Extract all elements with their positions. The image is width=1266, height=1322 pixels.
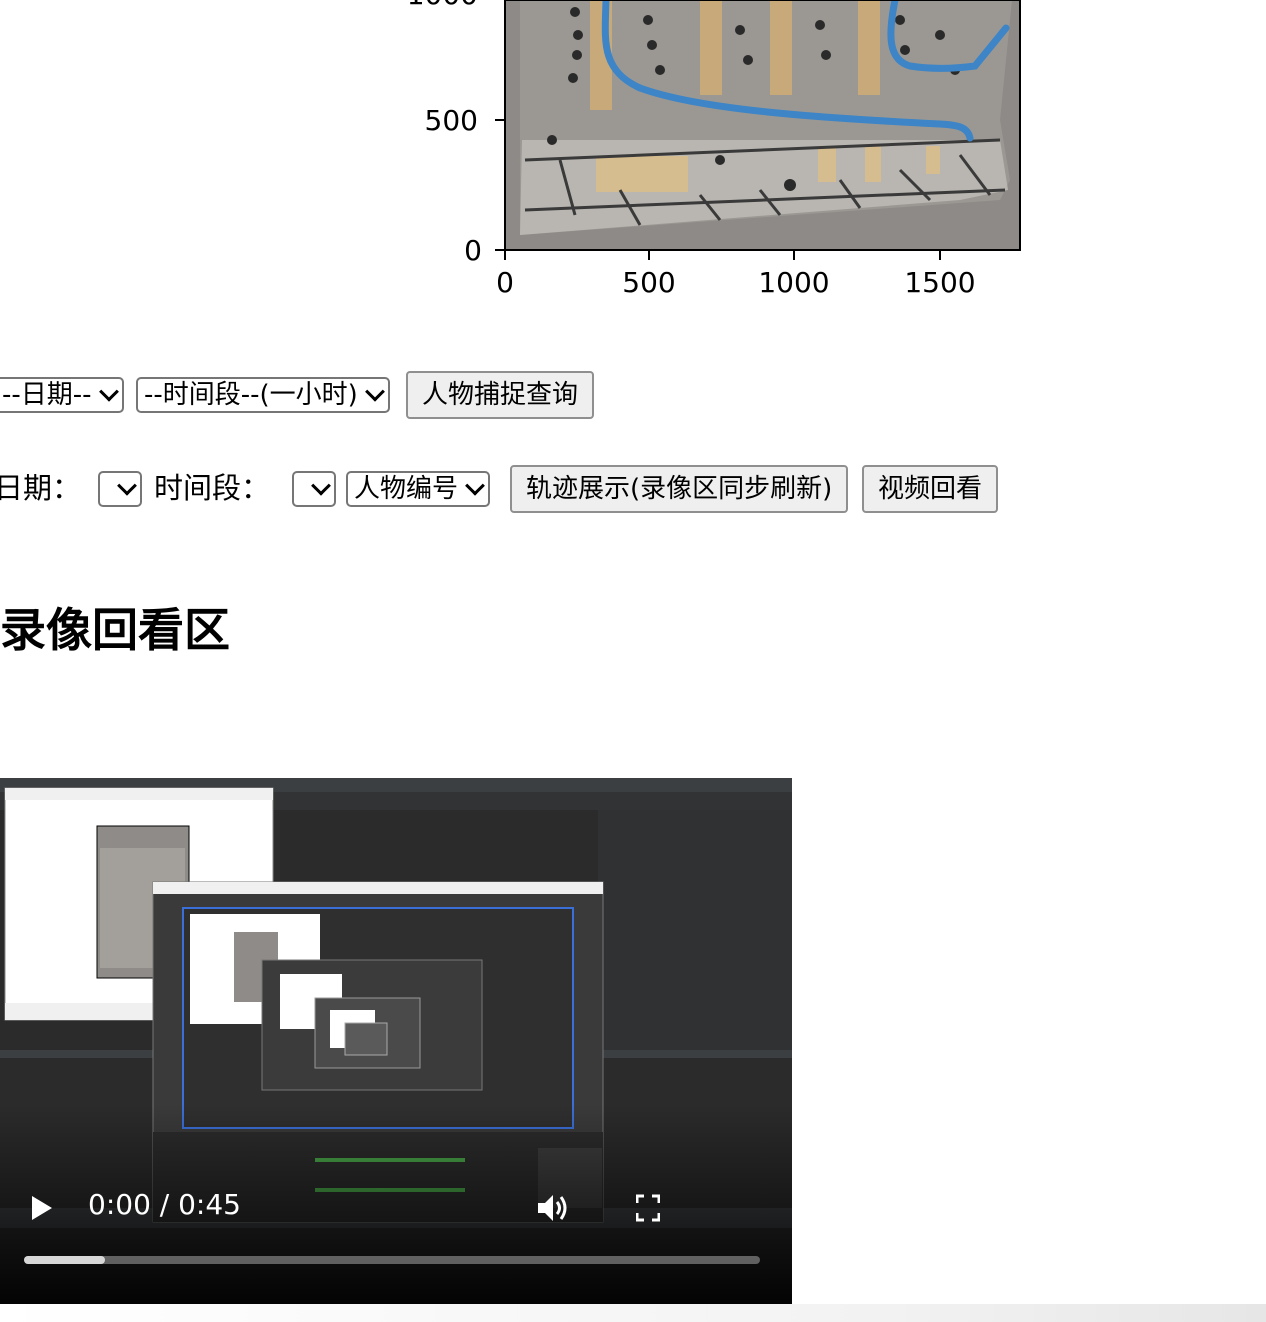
- video-replay-button[interactable]: 视频回看: [862, 465, 999, 513]
- date-select[interactable]: --日期--: [0, 377, 124, 413]
- x-tick-label: 500: [622, 266, 675, 299]
- play-icon[interactable]: [30, 1194, 54, 1222]
- x-tick-label: 0: [496, 266, 514, 299]
- chevron-down-icon: [465, 475, 485, 496]
- track-time-select[interactable]: [292, 471, 336, 507]
- time-period-label: 时间段：: [154, 471, 271, 505]
- y-tick-label: 500: [425, 104, 478, 137]
- date-select-value: --日期--: [2, 380, 92, 410]
- x-tick-label: 1000: [758, 266, 829, 299]
- y-tick-label: 0: [464, 234, 482, 267]
- video-progress-fill: [24, 1256, 105, 1264]
- x-tick-label: 1500: [904, 266, 975, 299]
- chevron-down-icon: [364, 381, 385, 402]
- person-capture-query-button[interactable]: 人物捕捉查询: [406, 371, 595, 419]
- time-period-select-value: --时间段--(一小时): [144, 380, 358, 410]
- track-display-button[interactable]: 轨迹展示(录像区同步刷新): [510, 465, 849, 513]
- volume-icon[interactable]: [536, 1192, 570, 1224]
- person-id-select-value: 人物编号: [354, 474, 459, 504]
- person-id-select[interactable]: 人物编号: [346, 471, 491, 507]
- time-period-select[interactable]: --时间段--(一小时): [136, 377, 390, 413]
- page-bottom-edge: [0, 1304, 1266, 1322]
- video-player[interactable]: 0:00 / 0:45: [0, 778, 792, 1304]
- date-label: 日期：: [0, 471, 82, 505]
- chevron-down-icon: [98, 381, 119, 402]
- video-progress-bar[interactable]: [24, 1256, 760, 1264]
- track-date-select[interactable]: [98, 471, 142, 507]
- section-title: 录像回看区: [0, 603, 230, 657]
- chevron-down-icon: [311, 475, 331, 496]
- video-time-display: 0:00 / 0:45: [88, 1188, 241, 1221]
- chevron-down-icon: [117, 475, 137, 496]
- trajectory-plot: 1000 500 0 0 500 1000 1500: [407, 0, 1021, 299]
- fullscreen-icon[interactable]: [636, 1194, 660, 1222]
- y-tick-label: 1000: [407, 0, 478, 11]
